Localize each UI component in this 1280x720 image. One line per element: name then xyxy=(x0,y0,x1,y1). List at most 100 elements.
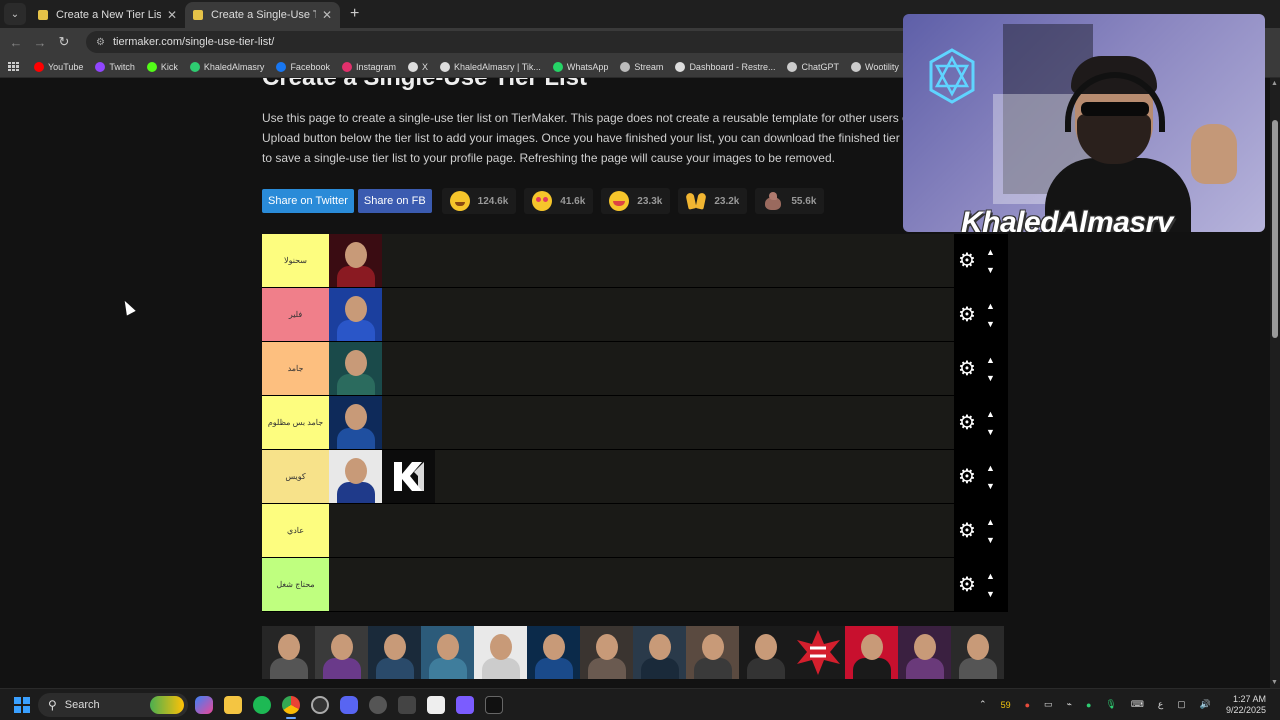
bookmark-item[interactable]: Wootility xyxy=(851,61,899,72)
chevron-down-icon[interactable]: ▼ xyxy=(986,423,995,441)
chevron-up-icon[interactable]: ▲ xyxy=(986,459,995,477)
bookmark-item[interactable]: KhaledAlmasry | Tik... xyxy=(440,61,541,72)
scroll-up-icon[interactable]: ▲ xyxy=(1271,80,1278,87)
widgets-icon[interactable] xyxy=(150,695,184,714)
reload-icon[interactable]: ↻ xyxy=(52,34,76,50)
tier-item-image[interactable] xyxy=(329,342,382,395)
site-info-icon[interactable]: ⚙ xyxy=(96,37,105,48)
store-icon[interactable] xyxy=(427,695,445,714)
pool-item-image[interactable] xyxy=(368,626,421,679)
gear-icon[interactable]: ⚙ xyxy=(958,305,978,325)
close-tab-icon[interactable]: ✕ xyxy=(322,8,332,22)
gear-icon[interactable]: ⚙ xyxy=(958,521,978,541)
chevron-up-icon[interactable]: ▲ xyxy=(986,567,995,585)
chevron-down-icon[interactable]: ▼ xyxy=(986,477,995,495)
bookmark-item[interactable]: KhaledAlmasry xyxy=(189,61,264,72)
status-icon[interactable]: ● xyxy=(1086,700,1091,710)
chevron-up-icon[interactable]: ▲ xyxy=(986,297,995,315)
chevron-up-icon[interactable]: ▲ xyxy=(986,243,995,261)
forward-arrow-icon[interactable]: → xyxy=(28,35,52,50)
volume-icon[interactable]: 🔊 xyxy=(1200,699,1211,710)
file-explorer-icon[interactable] xyxy=(224,695,242,714)
chevron-down-icon[interactable]: ▼ xyxy=(986,585,995,603)
obs-icon[interactable] xyxy=(311,695,329,714)
chrome-icon[interactable] xyxy=(282,695,300,719)
bookmark-item[interactable]: Instagram xyxy=(341,61,396,72)
tier-label[interactable]: كويس xyxy=(262,450,329,503)
tier-item-image[interactable] xyxy=(329,396,382,449)
scrollbar-thumb[interactable] xyxy=(1272,120,1278,338)
page-scrollbar[interactable]: ▲ ▼ xyxy=(1270,78,1280,688)
tab-create-new-tier-list[interactable]: Create a New Tier List - TierMaker ✕ xyxy=(30,2,185,28)
chevron-up-icon[interactable]: ▲ xyxy=(986,513,995,531)
pool-item-image[interactable] xyxy=(633,626,686,679)
reaction-button[interactable]: 124.6k xyxy=(441,188,517,214)
tab-search-button[interactable]: ⌄ xyxy=(4,3,26,25)
gear-icon[interactable]: ⚙ xyxy=(958,251,978,271)
bookmark-item[interactable]: Twitch xyxy=(95,61,135,72)
tier-items-dropzone[interactable] xyxy=(329,288,954,341)
bookmark-item[interactable]: ChatGPT xyxy=(787,61,839,72)
chevron-up-icon[interactable]: ▲ xyxy=(986,405,995,423)
apps-grid-icon[interactable] xyxy=(8,61,20,72)
tray-app-icon[interactable]: ▭ xyxy=(1044,699,1053,710)
pool-item-image[interactable] xyxy=(686,626,739,679)
pool-item-image[interactable] xyxy=(315,626,368,679)
keyboard-app-icon[interactable] xyxy=(398,695,416,714)
gear-icon[interactable]: ⚙ xyxy=(958,413,978,433)
share-on-twitter-button[interactable]: Share on Twitter xyxy=(262,189,354,213)
pool-item-image[interactable] xyxy=(527,626,580,679)
back-arrow-icon[interactable]: ← xyxy=(4,35,28,50)
tier-items-dropzone[interactable] xyxy=(329,342,954,395)
microphone-icon[interactable]: 🎙 xyxy=(1105,699,1116,710)
close-tab-icon[interactable]: ✕ xyxy=(167,8,177,22)
bookmark-item[interactable]: YouTube xyxy=(34,61,83,72)
tier-label[interactable]: محتاج شغل xyxy=(262,558,329,611)
tier-items-dropzone[interactable] xyxy=(329,234,954,287)
pool-item-image[interactable] xyxy=(580,626,633,679)
app-icon[interactable] xyxy=(369,695,387,714)
tier-item-image[interactable] xyxy=(329,288,382,341)
copilot-icon[interactable] xyxy=(195,695,213,714)
bookmark-item[interactable]: Facebook xyxy=(276,61,330,72)
pool-item-image[interactable] xyxy=(474,626,527,679)
pool-item-image[interactable] xyxy=(792,626,845,679)
tier-item-image[interactable] xyxy=(329,450,382,503)
discord-icon[interactable] xyxy=(340,695,358,714)
bookmark-item[interactable]: X xyxy=(408,61,428,72)
chevron-down-icon[interactable]: ▼ xyxy=(986,369,995,387)
tier-label[interactable]: فلير xyxy=(262,288,329,341)
gear-icon[interactable]: ⚙ xyxy=(958,359,978,379)
tier-items-dropzone[interactable] xyxy=(329,558,954,611)
pool-item-image[interactable] xyxy=(739,626,792,679)
pool-item-image[interactable] xyxy=(421,626,474,679)
gear-icon[interactable]: ⚙ xyxy=(958,575,978,595)
chevron-down-icon[interactable]: ▼ xyxy=(986,261,995,279)
bookmark-item[interactable]: Dashboard - Restre... xyxy=(675,61,775,72)
pool-item-image[interactable] xyxy=(845,626,898,679)
wooting-icon[interactable] xyxy=(485,695,503,714)
tier-items-dropzone[interactable] xyxy=(329,504,954,557)
tier-label[interactable]: عادي xyxy=(262,504,329,557)
tier-label[interactable]: جامد xyxy=(262,342,329,395)
pool-item-image[interactable] xyxy=(898,626,951,679)
show-hidden-icons-icon[interactable]: ⌃ xyxy=(979,699,987,710)
network-icon[interactable]: ▢ xyxy=(1177,699,1186,710)
bookmark-item[interactable]: WhatsApp xyxy=(552,61,608,72)
reaction-button[interactable]: 41.6k xyxy=(524,188,594,214)
tab-single-use-tier-list[interactable]: Create a Single-Use Tier List (Pro ✕ xyxy=(185,2,340,28)
windows-start-icon[interactable] xyxy=(14,696,30,713)
tier-item-image[interactable] xyxy=(382,450,435,503)
tier-items-dropzone[interactable] xyxy=(329,450,954,503)
record-icon[interactable]: ● xyxy=(1025,700,1030,710)
tier-label[interactable]: سحنولا xyxy=(262,234,329,287)
tier-item-image[interactable] xyxy=(329,234,382,287)
gear-icon[interactable]: ⚙ xyxy=(958,467,978,487)
share-on-fb-button[interactable]: Share on FB xyxy=(357,189,432,213)
chevron-down-icon[interactable]: ▼ xyxy=(986,315,995,333)
bookmark-item[interactable]: Stream xyxy=(620,61,663,72)
chevron-down-icon[interactable]: ▼ xyxy=(986,531,995,549)
pool-item-image[interactable] xyxy=(262,626,315,679)
bluetooth-icon[interactable]: ⌁ xyxy=(1067,699,1072,710)
reaction-button[interactable]: 23.3k xyxy=(601,188,671,214)
